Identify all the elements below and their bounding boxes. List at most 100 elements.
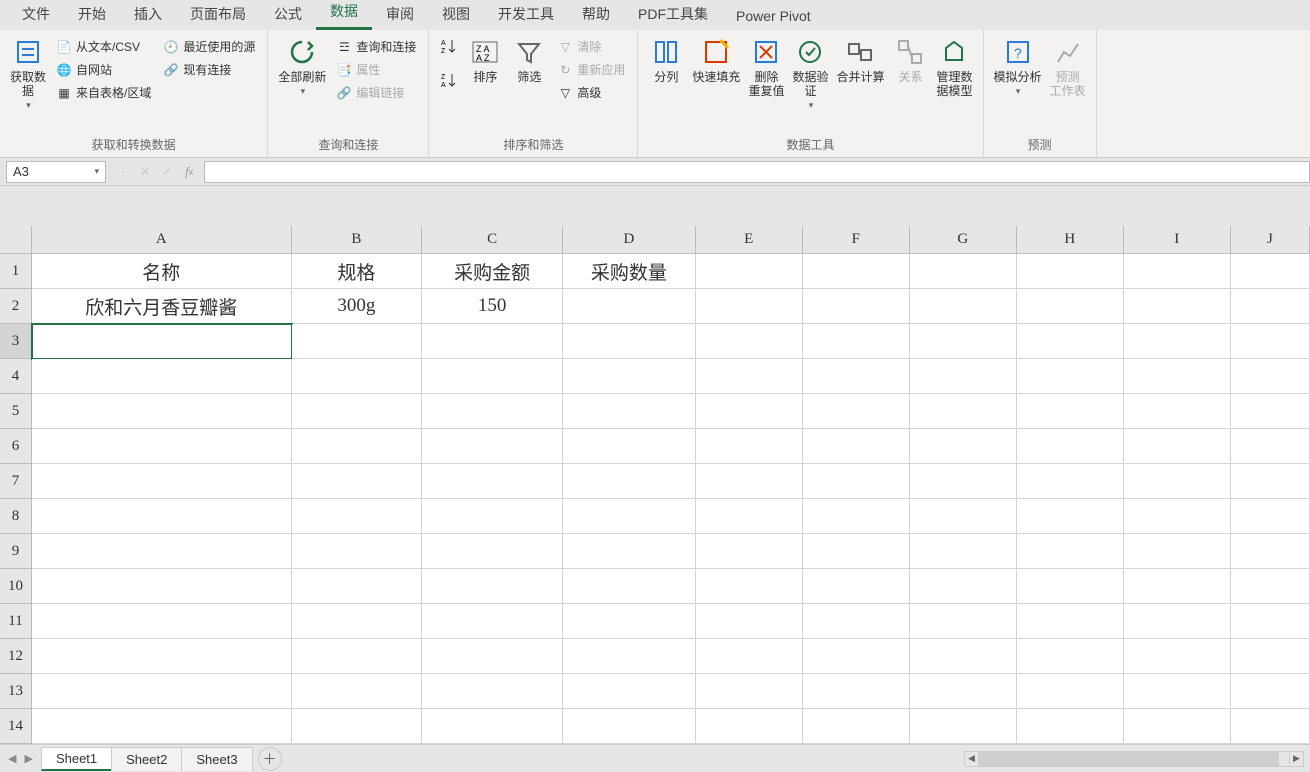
cell-H5[interactable] — [1017, 394, 1124, 429]
cell-J5[interactable] — [1231, 394, 1310, 429]
cell-G6[interactable] — [910, 429, 1017, 464]
cell-G4[interactable] — [910, 359, 1017, 394]
cell-D3[interactable] — [563, 324, 696, 359]
cell-H12[interactable] — [1017, 639, 1124, 674]
select-all-corner[interactable] — [0, 226, 32, 254]
cell-C10[interactable] — [422, 569, 563, 604]
data-validation-button[interactable]: 数据验 证▾ — [788, 34, 832, 114]
cell-J3[interactable] — [1231, 324, 1310, 359]
relationships-button[interactable]: 关系 — [888, 34, 932, 86]
cell-E12[interactable] — [696, 639, 803, 674]
cell-C13[interactable] — [422, 674, 563, 709]
filter-button[interactable]: 筛选 — [507, 34, 551, 86]
cell-J2[interactable] — [1231, 289, 1310, 324]
existing-conn-button[interactable]: 🔗现有连接 — [161, 59, 257, 80]
column-header-F[interactable]: F — [803, 226, 910, 254]
row-header-12[interactable]: 12 — [0, 639, 32, 674]
cell-C8[interactable] — [422, 499, 563, 534]
from-table-button[interactable]: ▦来自表格/区域 — [54, 82, 153, 103]
cell-I11[interactable] — [1124, 604, 1231, 639]
cell-B4[interactable] — [292, 359, 423, 394]
row-header-6[interactable]: 6 — [0, 429, 32, 464]
from-web-button[interactable]: 🌐自网站 — [54, 59, 153, 80]
cell-J14[interactable] — [1231, 709, 1310, 744]
cell-B7[interactable] — [292, 464, 423, 499]
cell-C14[interactable] — [422, 709, 563, 744]
cell-A5[interactable] — [32, 394, 292, 429]
cell-D9[interactable] — [563, 534, 696, 569]
chevron-down-icon[interactable]: ▾ — [94, 166, 99, 177]
whatif-button[interactable]: ?模拟分析▾ — [990, 34, 1046, 100]
ribbon-tab-10[interactable]: PDF工具集 — [624, 0, 722, 30]
cell-F6[interactable] — [803, 429, 910, 464]
cell-F13[interactable] — [803, 674, 910, 709]
scroll-right-icon[interactable]: ▶ — [1289, 752, 1303, 766]
confirm-icon[interactable]: ✓ — [156, 161, 178, 183]
cell-J11[interactable] — [1231, 604, 1310, 639]
cell-I4[interactable] — [1124, 359, 1231, 394]
cell-E4[interactable] — [696, 359, 803, 394]
cell-C11[interactable] — [422, 604, 563, 639]
reapply-button[interactable]: ↻重新应用 — [555, 59, 627, 80]
cell-G3[interactable] — [910, 324, 1017, 359]
cell-I6[interactable] — [1124, 429, 1231, 464]
cell-H6[interactable] — [1017, 429, 1124, 464]
cell-E9[interactable] — [696, 534, 803, 569]
edit-links-button[interactable]: 🔗编辑链接 — [334, 82, 418, 103]
cell-J12[interactable] — [1231, 639, 1310, 674]
cell-B14[interactable] — [292, 709, 423, 744]
column-header-B[interactable]: B — [292, 226, 423, 254]
row-header-5[interactable]: 5 — [0, 394, 32, 429]
cell-D14[interactable] — [563, 709, 696, 744]
cell-H7[interactable] — [1017, 464, 1124, 499]
cell-G7[interactable] — [910, 464, 1017, 499]
sort-button[interactable]: Z AA Z 排序 — [463, 34, 507, 86]
cell-A10[interactable] — [32, 569, 292, 604]
cell-E14[interactable] — [696, 709, 803, 744]
row-header-1[interactable]: 1 — [0, 254, 32, 289]
cell-J4[interactable] — [1231, 359, 1310, 394]
cell-D11[interactable] — [563, 604, 696, 639]
ribbon-tab-6[interactable]: 审阅 — [372, 0, 428, 30]
cell-I12[interactable] — [1124, 639, 1231, 674]
cell-F9[interactable] — [803, 534, 910, 569]
cell-E7[interactable] — [696, 464, 803, 499]
cell-H4[interactable] — [1017, 359, 1124, 394]
cell-D1[interactable]: 采购数量 — [563, 254, 696, 289]
ribbon-tab-8[interactable]: 开发工具 — [484, 0, 568, 30]
ribbon-tab-7[interactable]: 视图 — [428, 0, 484, 30]
cell-F12[interactable] — [803, 639, 910, 674]
refresh-all-button[interactable]: 全部刷新 ▾ — [274, 34, 330, 100]
cell-A3[interactable] — [32, 324, 292, 359]
cell-D13[interactable] — [563, 674, 696, 709]
cell-H11[interactable] — [1017, 604, 1124, 639]
cell-I10[interactable] — [1124, 569, 1231, 604]
column-header-J[interactable]: J — [1231, 226, 1310, 254]
cell-F10[interactable] — [803, 569, 910, 604]
ribbon-tab-4[interactable]: 公式 — [260, 0, 316, 30]
cell-H2[interactable] — [1017, 289, 1124, 324]
row-header-10[interactable]: 10 — [0, 569, 32, 604]
cell-D8[interactable] — [563, 499, 696, 534]
cell-J10[interactable] — [1231, 569, 1310, 604]
ribbon-tab-0[interactable]: 文件 — [8, 0, 64, 30]
cell-I3[interactable] — [1124, 324, 1231, 359]
cell-G14[interactable] — [910, 709, 1017, 744]
cell-H3[interactable] — [1017, 324, 1124, 359]
cell-E13[interactable] — [696, 674, 803, 709]
fx-icon[interactable]: fx — [178, 161, 200, 183]
cell-F4[interactable] — [803, 359, 910, 394]
cell-D10[interactable] — [563, 569, 696, 604]
cell-A13[interactable] — [32, 674, 292, 709]
cell-I5[interactable] — [1124, 394, 1231, 429]
text-to-columns-button[interactable]: 分列 — [644, 34, 688, 86]
cell-J7[interactable] — [1231, 464, 1310, 499]
cell-C4[interactable] — [422, 359, 563, 394]
cell-B1[interactable]: 规格 — [292, 254, 423, 289]
cell-G11[interactable] — [910, 604, 1017, 639]
cell-C3[interactable] — [422, 324, 563, 359]
cell-G9[interactable] — [910, 534, 1017, 569]
cell-B2[interactable]: 300g — [292, 289, 423, 324]
name-box[interactable]: A3 ▾ — [6, 161, 106, 183]
queries-conn-button[interactable]: ☲查询和连接 — [334, 36, 418, 57]
